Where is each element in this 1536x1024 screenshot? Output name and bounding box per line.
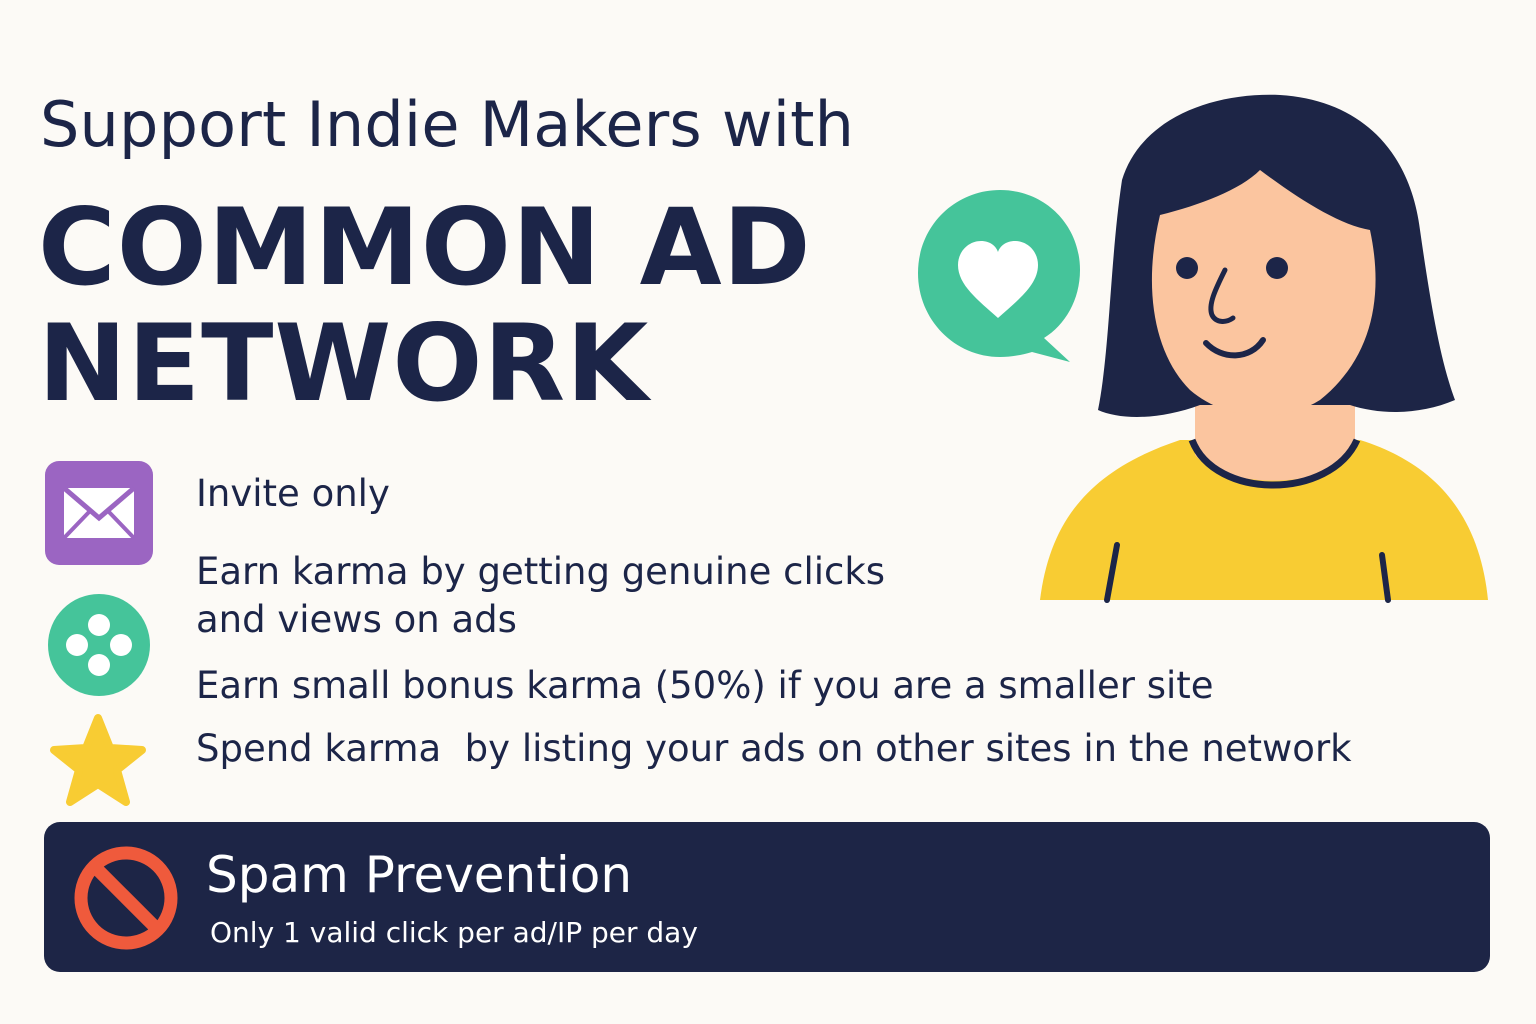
- feature-earn-karma: Earn karma by getting genuine clicks and…: [196, 550, 886, 641]
- dots-circle-icon: [46, 592, 152, 698]
- headline: Support Indie Makers with: [40, 88, 855, 161]
- envelope-icon: [44, 460, 154, 566]
- spam-prevention-subtitle: Only 1 valid click per ad/IP per day: [210, 916, 698, 949]
- brand-title: COMMON AD NETWORK: [38, 190, 812, 422]
- smiling-woman-illustration: [900, 90, 1520, 610]
- brand-title-line2: NETWORK: [38, 302, 650, 425]
- brand-title-line1: COMMON AD: [38, 186, 812, 309]
- feature-spend-karma: Spend karma by listing your ads on other…: [196, 727, 1352, 770]
- feature-bonus-karma: Earn small bonus karma (50%) if you are …: [196, 664, 1214, 707]
- heart-speech-bubble-icon: [918, 190, 1080, 362]
- star-icon: [48, 712, 148, 810]
- feature-invite-only: Invite only: [196, 472, 390, 515]
- canvas: Support Indie Makers with COMMON AD NETW…: [0, 0, 1536, 1024]
- spam-prevention-title: Spam Prevention: [206, 846, 633, 904]
- prohibited-icon: [72, 844, 180, 952]
